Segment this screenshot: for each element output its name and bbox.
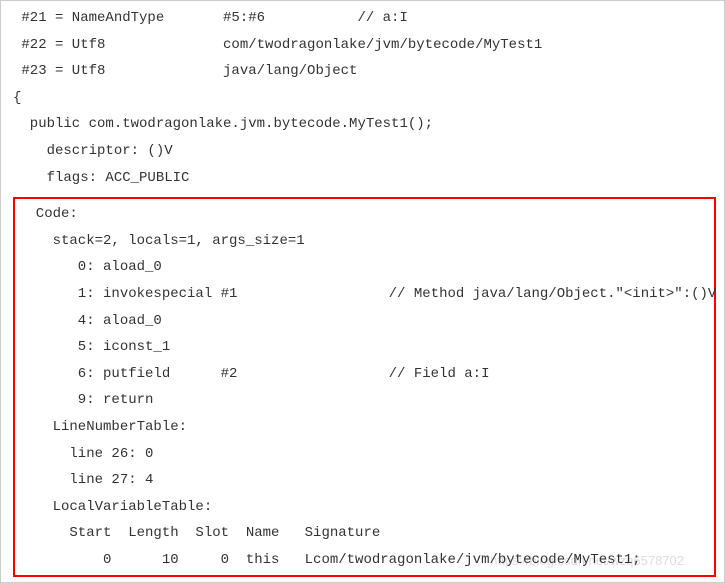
line-number-table-header: LineNumberTable: [19, 414, 710, 441]
bytecode-instruction: 9: return [19, 387, 710, 414]
bytecode-instruction: 0: aload_0 [19, 254, 710, 281]
line-number-entry: line 27: 4 [19, 467, 710, 494]
local-var-table-header: LocalVariableTable: [19, 494, 710, 521]
code-highlight-box: Code: stack=2, locals=1, args_size=1 0: … [13, 197, 716, 577]
bytecode-instruction: 4: aload_0 [19, 308, 710, 335]
open-brace: { [13, 85, 712, 112]
bytecode-instruction: 5: iconst_1 [19, 334, 710, 361]
method-declaration: public com.twodragonlake.jvm.bytecode.My… [13, 111, 712, 138]
method-descriptor: descriptor: ()V [13, 138, 712, 165]
line-number-entry: line 26: 0 [19, 441, 710, 468]
code-header: Code: [19, 201, 710, 228]
bytecode-instruction: 1: invokespecial #1 // Method java/lang/… [19, 281, 710, 308]
bytecode-instruction: 6: putfield #2 // Field a:I [19, 361, 710, 388]
constant-pool-entry: #22 = Utf8 com/twodragonlake/jvm/bytecod… [13, 32, 712, 59]
bytecode-listing: #21 = NameAndType #5:#6 // a:I #22 = Utf… [1, 1, 724, 195]
stack-info: stack=2, locals=1, args_size=1 [19, 228, 710, 255]
local-var-columns: Start Length Slot Name Signature [19, 520, 710, 547]
constant-pool-entry: #21 = NameAndType #5:#6 // a:I [13, 5, 712, 32]
constant-pool-entry: #23 = Utf8 java/lang/Object [13, 58, 712, 85]
local-var-row: 0 10 0 this Lcom/twodragonlake/jvm/bytec… [19, 547, 710, 574]
method-flags: flags: ACC_PUBLIC [13, 165, 712, 192]
